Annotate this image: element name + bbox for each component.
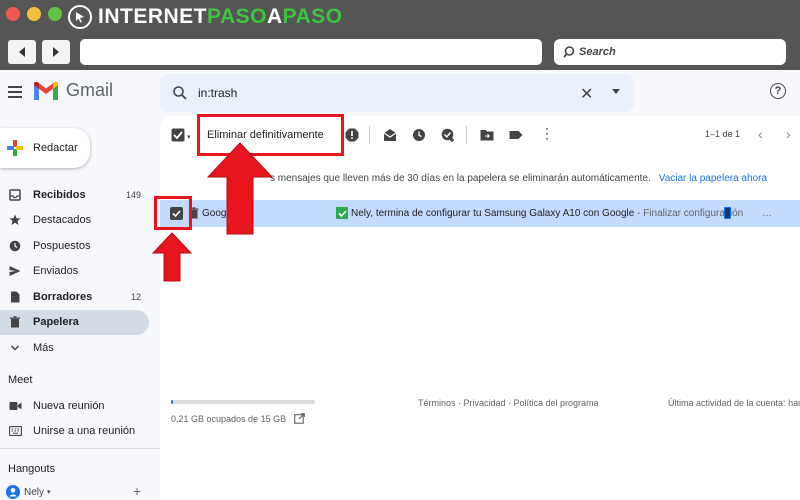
gmail-m-icon	[34, 81, 58, 100]
minimize-window-button[interactable]	[27, 7, 41, 21]
trash-info-text: s mensajes que lleven más de 30 días en …	[270, 172, 651, 184]
trash-icon	[8, 315, 22, 329]
snooze-icon[interactable]	[412, 128, 426, 142]
caret-down-icon: ▾	[47, 489, 51, 496]
arrow-left-icon	[19, 47, 25, 57]
pagination-text: 1–1 de 1	[705, 129, 741, 139]
toolbar-divider	[369, 126, 370, 144]
add-hangout-icon[interactable]: +	[133, 483, 141, 499]
footer-links[interactable]: Términos · Privacidad · Política del pro…	[418, 398, 599, 408]
avatar	[6, 485, 20, 499]
sidebar-item-inbox[interactable]: Recibidos 149	[0, 182, 150, 208]
empty-trash-link[interactable]: Vaciar la papelera ahora	[659, 173, 767, 184]
storage-progress-bar	[171, 400, 315, 404]
prev-page-icon[interactable]: ‹	[758, 126, 763, 142]
row-ellipsis: …	[762, 208, 772, 219]
hangouts-user[interactable]: Nely ▾	[6, 485, 51, 499]
sidebar-item-snoozed[interactable]: Pospuestos	[0, 233, 150, 259]
clock-icon	[8, 239, 22, 253]
send-icon	[8, 264, 22, 278]
meet-section: Nueva reunión Unirse a una reunión	[0, 393, 150, 444]
sidebar-item-more[interactable]: Más	[0, 335, 150, 361]
search-options-icon[interactable]	[612, 89, 620, 94]
join-meeting-button[interactable]: Unirse a una reunión	[0, 419, 150, 445]
external-link-icon	[294, 413, 305, 424]
sidebar-item-drafts[interactable]: Borradores 12	[0, 284, 150, 310]
select-menu-caret-icon[interactable]: ▾	[187, 133, 191, 141]
keyboard-icon	[8, 424, 22, 438]
annotation-arrow-up-small	[152, 232, 192, 282]
gmail-logo[interactable]: Gmail	[33, 80, 113, 101]
storage-fill	[171, 400, 174, 404]
drafts-count: 12	[130, 291, 141, 302]
inbox-count: 149	[125, 189, 141, 200]
sidebar-item-trash[interactable]: Papelera	[0, 309, 149, 335]
mark-as-read-icon[interactable]	[383, 128, 397, 142]
brand-wordmark: INTERNETPASOAPASO	[98, 5, 343, 28]
site-logo: INTERNETPASOAPASO	[68, 4, 343, 30]
new-meeting-button[interactable]: Nueva reunión	[0, 393, 150, 419]
select-all-checkbox[interactable]	[171, 128, 185, 142]
meet-heading: Meet	[8, 374, 33, 386]
phone-emoji-icon	[724, 207, 731, 219]
browser-toolbar: Search	[0, 34, 800, 70]
check-emoji-icon	[336, 207, 348, 219]
inbox-icon	[8, 188, 22, 202]
clear-search-icon[interactable]: ✕	[580, 84, 593, 104]
star-icon	[8, 213, 22, 227]
main-menu-icon[interactable]	[8, 86, 22, 101]
search-icon	[173, 86, 187, 100]
account-activity: Última actividad de la cuenta: hace	[668, 398, 800, 408]
close-window-button[interactable]	[6, 7, 20, 21]
draft-icon	[8, 290, 22, 304]
sidebar-item-starred[interactable]: Destacados	[0, 208, 150, 234]
help-icon[interactable]: ?	[770, 83, 786, 99]
video-icon	[8, 399, 22, 413]
gmail-app: Gmail in:trash ✕ ? Redactar Recibidos 14…	[0, 70, 800, 500]
sidebar-item-sent[interactable]: Enviados	[0, 259, 150, 285]
compose-button[interactable]: Redactar	[0, 128, 90, 168]
search-query[interactable]: in:trash	[198, 86, 237, 100]
browser-search-placeholder: Search	[579, 46, 616, 58]
back-button[interactable]	[8, 40, 36, 64]
hangouts-heading: Hangouts	[8, 463, 56, 475]
annotation-arrow-up-large	[206, 142, 274, 235]
next-page-icon[interactable]: ›	[786, 126, 791, 142]
message-subject: Nely, termina de configurar tu Samsung G…	[351, 208, 744, 219]
app-name: Gmail	[66, 80, 114, 100]
highlight-box-checkbox	[154, 196, 192, 230]
compose-label: Redactar	[33, 142, 78, 154]
move-to-icon[interactable]	[480, 128, 494, 142]
compose-plus-icon	[7, 140, 23, 156]
toolbar-divider	[466, 126, 467, 144]
sidebar-nav: Recibidos 149 Destacados Pospuestos Envi…	[0, 182, 150, 361]
add-to-tasks-icon[interactable]	[441, 128, 455, 142]
brand-cursor-icon	[68, 5, 92, 29]
more-options-icon[interactable]: ⋮	[540, 126, 554, 140]
storage-info: 0,21 GB ocupados de 15 GB	[171, 413, 305, 424]
divider	[0, 448, 160, 449]
hangouts-user-name: Nely	[24, 486, 45, 498]
browser-search-input[interactable]: Search	[554, 39, 786, 65]
mail-search-bar[interactable]: in:trash ✕	[160, 74, 634, 112]
maximize-window-button[interactable]	[48, 7, 62, 21]
search-icon	[563, 46, 575, 58]
forward-button[interactable]	[42, 40, 70, 64]
label-icon[interactable]	[509, 128, 523, 142]
report-spam-icon[interactable]	[345, 128, 359, 142]
address-bar[interactable]	[80, 39, 542, 65]
title-bar: INTERNETPASOAPASO	[0, 0, 800, 34]
arrow-right-icon	[53, 47, 59, 57]
chevron-down-icon	[8, 341, 22, 355]
